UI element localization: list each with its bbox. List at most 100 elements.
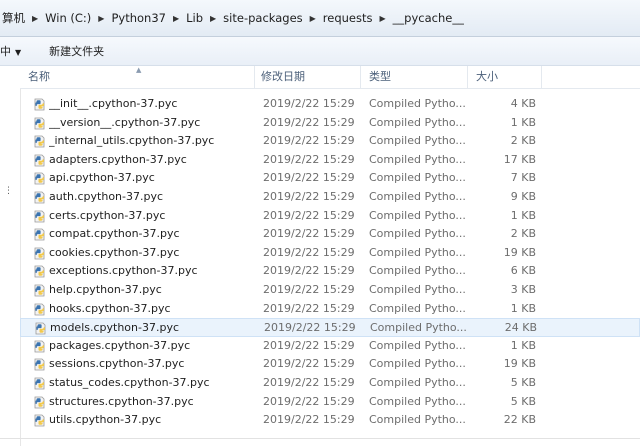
file-name: models.cpython-37.pyc bbox=[50, 321, 180, 335]
file-date-modified: 2019/2/22 15:29 bbox=[263, 264, 355, 278]
python-compiled-file-icon bbox=[34, 322, 47, 335]
breadcrumb-computer[interactable]: 算机 bbox=[0, 10, 31, 26]
file-name: __init__.cpython-37.pyc bbox=[49, 97, 178, 110]
file-name: packages.cpython-37.pyc bbox=[49, 338, 191, 352]
python-compiled-file-icon bbox=[33, 265, 46, 278]
file-row[interactable]: help.cpython-37.pyc 2019/2/22 15:29 Compil… bbox=[20, 281, 640, 300]
breadcrumb-lib[interactable]: Lib bbox=[180, 11, 209, 25]
breadcrumb-arrow-icon[interactable]: ▶ bbox=[97, 14, 105, 23]
file-size: 6 KB bbox=[510, 264, 536, 278]
file-type: Compiled Pytho... bbox=[369, 375, 466, 389]
python-compiled-file-icon bbox=[33, 117, 46, 130]
python-compiled-file-icon bbox=[33, 396, 46, 409]
breadcrumb-arrow-icon[interactable]: ▶ bbox=[309, 14, 317, 23]
file-row[interactable]: status_codes.cpython-37.pyc 2019/2/22 15:… bbox=[20, 374, 640, 393]
file-size: 3 KB bbox=[510, 282, 536, 296]
python-compiled-file-icon bbox=[33, 191, 46, 204]
file-name: compat.cpython-37.pyc bbox=[49, 227, 180, 241]
column-header: ▲ 名称 修改日期 类型 大小 bbox=[20, 66, 640, 89]
file-row[interactable]: adapters.cpython-37.pyc 2019/2/22 15:29 Co… bbox=[20, 151, 640, 170]
python-compiled-file-icon bbox=[33, 172, 46, 185]
breadcrumb-pycache[interactable]: __pycache__ bbox=[387, 11, 470, 25]
breadcrumb-arrow-icon[interactable]: ▶ bbox=[31, 14, 39, 23]
file-size: 22 KB bbox=[503, 413, 536, 427]
file-row[interactable]: exceptions.cpython-37.pyc 2019/2/22 15:29… bbox=[20, 262, 640, 281]
file-name: hooks.cpython-37.pyc bbox=[49, 301, 171, 315]
sort-ascending-icon: ▲ bbox=[136, 66, 142, 74]
file-type: Compiled Pytho... bbox=[369, 152, 466, 166]
new-folder-button[interactable]: 新建文件夹 bbox=[49, 43, 104, 59]
column-name-label: 名称 bbox=[28, 70, 50, 83]
chevron-down-icon: ▼ bbox=[15, 48, 22, 57]
file-date-modified: 2019/2/22 15:29 bbox=[263, 338, 355, 352]
breadcrumb-requests[interactable]: requests bbox=[317, 11, 379, 25]
file-name: _internal_utils.cpython-37.pyc bbox=[49, 134, 215, 148]
column-header-name[interactable]: ▲ 名称 bbox=[20, 66, 255, 88]
file-row[interactable]: __init__.cpython-37.pyc 2019/2/22 15:29 Co… bbox=[20, 95, 640, 114]
file-size: 2 KB bbox=[510, 227, 536, 241]
file-type: Compiled Pytho... bbox=[369, 208, 466, 222]
file-row[interactable]: sessions.cpython-37.pyc 2019/2/22 15:29 Co… bbox=[20, 355, 640, 374]
breadcrumb-arrow-icon[interactable]: ▶ bbox=[209, 14, 217, 23]
file-row[interactable]: certs.cpython-37.pyc 2019/2/22 15:29 Compi… bbox=[20, 207, 640, 226]
file-row[interactable]: utils.cpython-37.pyc 2019/2/22 15:29 Compi… bbox=[20, 411, 640, 430]
file-date-modified: 2019/2/22 15:29 bbox=[263, 413, 355, 427]
file-row[interactable]: packages.cpython-37.pyc 2019/2/22 15:29 Co… bbox=[20, 337, 640, 356]
file-date-modified: 2019/2/22 15:29 bbox=[263, 301, 355, 315]
breadcrumb-python37[interactable]: Python37 bbox=[105, 11, 172, 25]
file-size: 5 KB bbox=[510, 375, 536, 389]
file-name: help.cpython-37.pyc bbox=[49, 282, 162, 296]
divider bbox=[0, 438, 640, 439]
file-row[interactable]: auth.cpython-37.pyc 2019/2/22 15:29 Compil… bbox=[20, 188, 640, 207]
file-name: api.cpython-37.pyc bbox=[49, 171, 155, 185]
file-row[interactable]: _internal_utils.cpython-37.pyc 2019/2/22 … bbox=[20, 132, 640, 151]
file-row[interactable]: models.cpython-37.pyc 2019/2/22 15:29 Comp… bbox=[20, 318, 640, 337]
breadcrumb-arrow-icon[interactable]: ▶ bbox=[172, 14, 180, 23]
file-name: utils.cpython-37.pyc bbox=[49, 413, 162, 427]
organize-label: 中 bbox=[0, 45, 11, 58]
file-type: Compiled Pytho... bbox=[369, 245, 466, 259]
file-type: Compiled Pytho... bbox=[369, 338, 466, 352]
nav-marker-icon: ⋮ bbox=[4, 186, 13, 196]
file-row[interactable]: compat.cpython-37.pyc 2019/2/22 15:29 Comp… bbox=[20, 225, 640, 244]
file-size: 17 KB bbox=[503, 152, 536, 166]
file-date-modified: 2019/2/22 15:29 bbox=[263, 282, 355, 296]
file-date-modified: 2019/2/22 15:29 bbox=[263, 115, 355, 129]
file-row[interactable]: cookies.cpython-37.pyc 2019/2/22 15:29 Com… bbox=[20, 244, 640, 263]
organize-button[interactable]: 中 ▼ bbox=[0, 43, 21, 59]
address-bar[interactable]: 算机 ▶ Win (C:) ▶ Python37 ▶ Lib ▶ site-pa… bbox=[0, 0, 640, 37]
command-toolbar: 中 ▼ 新建文件夹 bbox=[0, 37, 640, 66]
breadcrumb-drive[interactable]: Win (C:) bbox=[39, 11, 97, 25]
file-date-modified: 2019/2/22 15:29 bbox=[263, 227, 355, 241]
column-header-size[interactable]: 大小 bbox=[468, 66, 542, 88]
breadcrumb-site-packages[interactable]: site-packages bbox=[217, 11, 308, 25]
file-row[interactable]: structures.cpython-37.pyc 2019/2/22 15:29… bbox=[20, 393, 640, 412]
python-compiled-file-icon bbox=[33, 303, 46, 316]
file-type: Compiled Pytho... bbox=[369, 171, 466, 185]
file-size: 9 KB bbox=[510, 189, 536, 203]
navigation-pane[interactable]: ⋮ bbox=[0, 66, 21, 446]
file-type: Compiled Pytho... bbox=[369, 97, 466, 110]
file-type: Compiled Pytho... bbox=[369, 394, 466, 408]
file-name: exceptions.cpython-37.pyc bbox=[49, 264, 198, 278]
file-type: Compiled Pytho... bbox=[369, 282, 466, 296]
file-size: 19 KB bbox=[503, 357, 536, 371]
file-row[interactable]: __version__.cpython-37.pyc 2019/2/22 15:2… bbox=[20, 114, 640, 133]
file-row[interactable]: hooks.cpython-37.pyc 2019/2/22 15:29 Compi… bbox=[20, 300, 640, 319]
file-row[interactable]: api.cpython-37.pyc 2019/2/22 15:29 Compile… bbox=[20, 169, 640, 188]
column-header-date[interactable]: 修改日期 bbox=[255, 66, 361, 88]
file-type: Compiled Pytho... bbox=[369, 413, 466, 427]
file-type: Compiled Pytho... bbox=[369, 264, 466, 278]
file-date-modified: 2019/2/22 15:29 bbox=[264, 321, 356, 335]
file-date-modified: 2019/2/22 15:29 bbox=[263, 152, 355, 166]
file-date-modified: 2019/2/22 15:29 bbox=[263, 189, 355, 203]
file-size: 4 KB bbox=[510, 97, 536, 110]
file-type: Compiled Pytho... bbox=[369, 189, 466, 203]
file-date-modified: 2019/2/22 15:29 bbox=[263, 97, 355, 110]
python-compiled-file-icon bbox=[33, 135, 46, 148]
column-header-type[interactable]: 类型 bbox=[361, 66, 468, 88]
file-date-modified: 2019/2/22 15:29 bbox=[263, 357, 355, 371]
python-compiled-file-icon bbox=[33, 377, 46, 390]
file-list: __init__.cpython-37.pyc 2019/2/22 15:29 Co… bbox=[20, 95, 640, 430]
breadcrumb-arrow-icon[interactable]: ▶ bbox=[379, 14, 387, 23]
